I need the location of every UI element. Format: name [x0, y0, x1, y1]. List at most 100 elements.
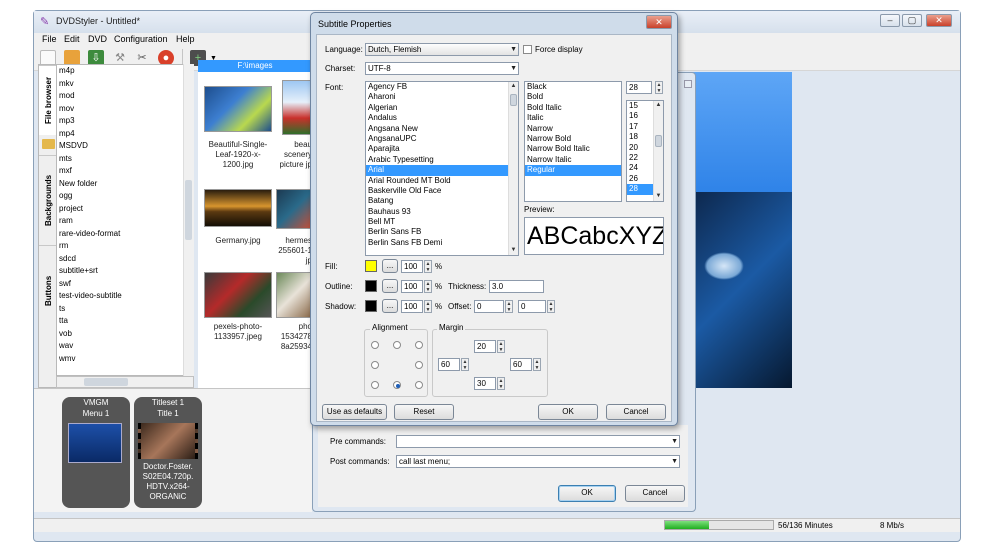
font-item[interactable]: Berlin Sans FB	[366, 227, 518, 237]
align-top-center-radio[interactable]	[393, 341, 401, 349]
font-item[interactable]: AngsanaUPC	[366, 134, 518, 144]
size-list[interactable]: 15 16 17 18 20 22 24 26 28 ▲ ▼	[626, 100, 664, 202]
font-item[interactable]: Aparajita	[366, 144, 518, 154]
font-list-scrollbar[interactable]: ▲ ▼	[508, 82, 518, 255]
style-item[interactable]: Black	[525, 82, 621, 92]
list-item[interactable]: MSDVD	[57, 140, 185, 153]
outline-color-button[interactable]: ...	[382, 279, 398, 293]
align-top-right-radio[interactable]	[415, 341, 423, 349]
size-list-scrollbar[interactable]: ▲ ▼	[653, 101, 663, 201]
fill-color-swatch[interactable]	[365, 260, 377, 272]
font-item[interactable]: Baskerville Old Face	[366, 186, 518, 196]
list-item[interactable]: mxf	[57, 165, 185, 178]
shadow-color-button[interactable]: ...	[382, 299, 398, 313]
thickness-input[interactable]: 3.0	[489, 280, 544, 293]
cancel-button[interactable]: Cancel	[606, 404, 666, 420]
align-bottom-right-radio[interactable]	[415, 381, 423, 389]
pre-commands-input[interactable]: ▼	[396, 435, 680, 448]
style-item[interactable]: Italic	[525, 113, 621, 123]
font-item[interactable]: Bauhaus 93	[366, 207, 518, 217]
align-bottom-left-radio[interactable]	[371, 381, 379, 389]
offset-x-input[interactable]: 0	[474, 300, 504, 313]
post-commands-input[interactable]: call last menu; ▼	[396, 455, 680, 468]
title-thumbnail[interactable]	[138, 423, 198, 459]
list-item[interactable]: ts	[57, 303, 185, 316]
margin-right-input[interactable]: 60	[510, 358, 532, 371]
list-item[interactable]: project	[57, 203, 185, 216]
reset-button[interactable]: Reset	[394, 404, 454, 420]
list-item[interactable]: mod	[57, 90, 185, 103]
menu-help[interactable]: Help	[176, 33, 195, 45]
font-item[interactable]: Arabic Typesetting	[366, 155, 518, 165]
list-item[interactable]: wmv	[57, 353, 185, 366]
file-list-scroll-thumb[interactable]	[185, 180, 192, 240]
list-item[interactable]: rare-video-format	[57, 228, 185, 241]
style-item[interactable]: Bold Italic	[525, 103, 621, 113]
fill-opacity-input[interactable]: 100	[401, 260, 423, 273]
chevron-down-icon[interactable]: ▼	[671, 456, 678, 467]
size-input[interactable]: 28	[626, 81, 652, 94]
size-list-scroll-thumb[interactable]	[655, 135, 662, 147]
scroll-up-icon[interactable]: ▲	[509, 82, 518, 91]
use-as-defaults-button[interactable]: Use as defaults	[322, 404, 387, 420]
fill-opacity-spinner[interactable]: ▲ ▼	[424, 260, 432, 273]
force-display-checkbox[interactable]	[523, 45, 532, 54]
outline-color-swatch[interactable]	[365, 280, 377, 292]
offset-x-spinner[interactable]: ▲ ▼	[505, 300, 513, 313]
style-list[interactable]: Black Bold Bold Italic Italic Narrow Nar…	[524, 81, 622, 202]
shadow-color-swatch[interactable]	[365, 300, 377, 312]
thumbnail-image[interactable]	[204, 189, 272, 227]
list-item[interactable]: mts	[57, 153, 185, 166]
ok-button[interactable]: OK	[538, 404, 598, 420]
charset-select[interactable]: UTF-8 ▼	[365, 62, 519, 75]
titleset-vmgm[interactable]: VMGM Menu 1	[62, 397, 130, 508]
font-item[interactable]: Berlin Sans FB Demi	[366, 238, 518, 248]
list-item[interactable]: ogg	[57, 190, 185, 203]
chevron-down-icon[interactable]: ▼	[510, 63, 517, 74]
margin-left-input[interactable]: 60	[438, 358, 460, 371]
list-item[interactable]: test-video-subtitle	[57, 290, 185, 303]
list-item[interactable]: rm	[57, 240, 185, 253]
margin-right-spinner[interactable]: ▲ ▼	[533, 358, 541, 371]
minimize-button[interactable]: –	[880, 14, 900, 27]
font-item[interactable]: Algerian	[366, 103, 518, 113]
style-item[interactable]: Narrow Italic	[525, 155, 621, 165]
align-middle-right-radio[interactable]	[415, 361, 423, 369]
align-top-left-radio[interactable]	[371, 341, 379, 349]
file-list-hscroll-thumb[interactable]	[84, 378, 128, 386]
chevron-down-icon[interactable]: ▼	[510, 44, 517, 55]
font-item[interactable]: Angsana New	[366, 124, 518, 134]
list-item[interactable]: mp3	[57, 115, 185, 128]
scroll-up-icon[interactable]: ▲	[654, 101, 663, 110]
style-item[interactable]: Bold	[525, 92, 621, 102]
shadow-opacity-input[interactable]: 100	[401, 300, 423, 313]
align-middle-left-radio[interactable]	[371, 361, 379, 369]
margin-bottom-spinner[interactable]: ▲ ▼	[497, 377, 505, 390]
menu-thumbnail[interactable]	[68, 423, 122, 463]
title-ok-button[interactable]: OK	[558, 485, 616, 502]
list-item[interactable]: mov	[57, 103, 185, 116]
outline-opacity-spinner[interactable]: ▲ ▼	[424, 280, 432, 293]
dialog-close-button[interactable]: ✕	[646, 15, 672, 29]
thumbnail-image[interactable]	[282, 80, 312, 135]
menu-configuration[interactable]: Configuration	[114, 33, 168, 45]
font-item-selected[interactable]: Arial	[366, 165, 518, 176]
list-item[interactable]: sdcd	[57, 253, 185, 266]
fill-color-button[interactable]: ...	[382, 259, 398, 273]
offset-y-input[interactable]: 0	[518, 300, 546, 313]
font-list-scroll-thumb[interactable]	[510, 94, 517, 106]
list-item[interactable]: subtitle+srt	[57, 265, 185, 278]
menu-dvd[interactable]: DVD	[88, 33, 107, 45]
thumbnail-image[interactable]	[276, 189, 312, 229]
font-list[interactable]: Agency FB Aharoni Algerian Andalus Angsa…	[365, 81, 519, 256]
list-item[interactable]: mp4	[57, 128, 185, 141]
list-item[interactable]: wav	[57, 340, 185, 353]
list-item[interactable]: m4p	[57, 65, 185, 78]
close-button[interactable]: ✕	[926, 14, 952, 27]
thumbnail-image[interactable]	[276, 272, 312, 318]
font-item[interactable]: Agency FB	[366, 82, 518, 92]
outline-opacity-input[interactable]: 100	[401, 280, 423, 293]
font-item[interactable]: Batang	[366, 196, 518, 206]
style-item[interactable]: Narrow	[525, 124, 621, 134]
style-item[interactable]: Narrow Bold Italic	[525, 144, 621, 154]
